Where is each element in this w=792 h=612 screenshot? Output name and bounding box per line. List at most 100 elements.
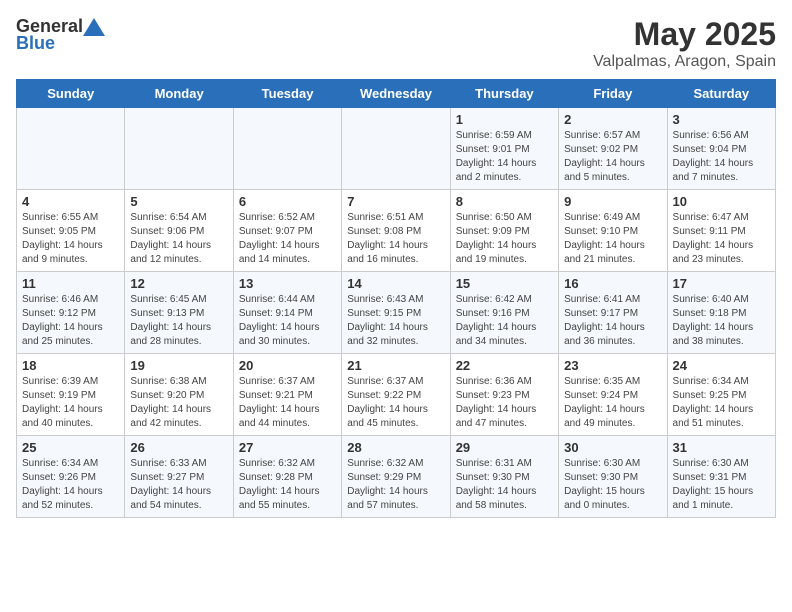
day-info: Sunrise: 6:34 AM Sunset: 9:25 PM Dayligh…	[673, 375, 770, 431]
day-number: 27	[239, 440, 336, 455]
day-number: 28	[347, 440, 444, 455]
day-info: Sunrise: 6:31 AM Sunset: 9:30 PM Dayligh…	[456, 457, 553, 513]
day-number: 24	[673, 358, 770, 373]
day-number: 16	[564, 276, 661, 291]
calendar-cell: 8 Sunrise: 6:50 AM Sunset: 9:09 PM Daylig…	[450, 190, 558, 272]
calendar-cell: 12 Sunrise: 6:45 AM Sunset: 9:13 PM Dayli…	[125, 272, 233, 354]
calendar-cell	[342, 108, 450, 190]
calendar-cell: 3 Sunrise: 6:56 AM Sunset: 9:04 PM Daylig…	[667, 108, 775, 190]
day-info: Sunrise: 6:32 AM Sunset: 9:28 PM Dayligh…	[239, 457, 336, 513]
day-number: 20	[239, 358, 336, 373]
day-number: 2	[564, 112, 661, 127]
calendar-cell: 9Sunrise: 6:49 AM Sunset: 9:10 PM Daylig…	[559, 190, 667, 272]
main-title: May 2025	[593, 16, 776, 53]
day-info: Sunrise: 6:50 AM Sunset: 9:09 PM Dayligh…	[456, 211, 553, 267]
calendar-table: SundayMondayTuesdayWednesdayThursdayFrid…	[16, 79, 776, 518]
calendar-cell: 26Sunrise: 6:33 AM Sunset: 9:27 PM Dayli…	[125, 436, 233, 518]
title-section: May 2025 Valpalmas, Aragon, Spain	[593, 16, 776, 71]
day-number: 3	[673, 112, 770, 127]
logo-text-blue: Blue	[16, 33, 55, 54]
calendar-cell	[125, 108, 233, 190]
day-number: 30	[564, 440, 661, 455]
day-number: 19	[130, 358, 227, 373]
day-number: 14	[347, 276, 444, 291]
day-info: Sunrise: 6:32 AM Sunset: 9:29 PM Dayligh…	[347, 457, 444, 513]
day-info: Sunrise: 6:59 AM Sunset: 9:01 PM Dayligh…	[456, 129, 553, 185]
day-info: Sunrise: 6:47 AM Sunset: 9:11 PM Dayligh…	[673, 211, 770, 267]
calendar-cell: 24 Sunrise: 6:34 AM Sunset: 9:25 PM Dayli…	[667, 354, 775, 436]
calendar-cell: 17 Sunrise: 6:40 AM Sunset: 9:18 PM Dayli…	[667, 272, 775, 354]
day-info: Sunrise: 6:37 AM Sunset: 9:21 PM Dayligh…	[239, 375, 336, 431]
logo-triangle-icon	[83, 18, 105, 36]
calendar-cell: 15 Sunrise: 6:42 AM Sunset: 9:16 PM Dayli…	[450, 272, 558, 354]
calendar-cell: 4 Sunrise: 6:55 AM Sunset: 9:05 PM Daylig…	[17, 190, 125, 272]
day-number: 25	[22, 440, 119, 455]
calendar-cell: 7 Sunrise: 6:51 AM Sunset: 9:08 PM Daylig…	[342, 190, 450, 272]
day-info: Sunrise: 6:42 AM Sunset: 9:16 PM Dayligh…	[456, 293, 553, 349]
day-info: Sunrise: 6:54 AM Sunset: 9:06 PM Dayligh…	[130, 211, 227, 267]
calendar-cell: 11Sunrise: 6:46 AM Sunset: 9:12 PM Dayli…	[17, 272, 125, 354]
day-of-week-header: Saturday	[667, 80, 775, 108]
day-number: 10	[673, 194, 770, 209]
day-info: Sunrise: 6:56 AM Sunset: 9:04 PM Dayligh…	[673, 129, 770, 185]
calendar-cell: 6 Sunrise: 6:52 AM Sunset: 9:07 PM Daylig…	[233, 190, 341, 272]
day-info: Sunrise: 6:30 AM Sunset: 9:31 PM Dayligh…	[673, 457, 770, 513]
day-info: Sunrise: 6:41 AM Sunset: 9:17 PM Dayligh…	[564, 293, 661, 349]
day-number: 8	[456, 194, 553, 209]
calendar-cell: 14 Sunrise: 6:43 AM Sunset: 9:15 PM Dayli…	[342, 272, 450, 354]
day-number: 18	[22, 358, 119, 373]
calendar-cell: 27 Sunrise: 6:32 AM Sunset: 9:28 PM Dayli…	[233, 436, 341, 518]
day-info: Sunrise: 6:45 AM Sunset: 9:13 PM Dayligh…	[130, 293, 227, 349]
day-number: 12	[130, 276, 227, 291]
calendar-cell: 20 Sunrise: 6:37 AM Sunset: 9:21 PM Dayli…	[233, 354, 341, 436]
page-header: General Blue May 2025 Valpalmas, Aragon,…	[16, 16, 776, 71]
day-info: Sunrise: 6:43 AM Sunset: 9:15 PM Dayligh…	[347, 293, 444, 349]
day-of-week-header: Wednesday	[342, 80, 450, 108]
day-number: 5	[130, 194, 227, 209]
day-number: 1	[456, 112, 553, 127]
day-info: Sunrise: 6:34 AM Sunset: 9:26 PM Dayligh…	[22, 457, 119, 513]
day-of-week-header: Tuesday	[233, 80, 341, 108]
subtitle: Valpalmas, Aragon, Spain	[593, 53, 776, 71]
calendar-cell: 2 Sunrise: 6:57 AM Sunset: 9:02 PM Daylig…	[559, 108, 667, 190]
day-number: 9	[564, 194, 661, 209]
day-info: Sunrise: 6:44 AM Sunset: 9:14 PM Dayligh…	[239, 293, 336, 349]
calendar-cell: 25 Sunrise: 6:34 AM Sunset: 9:26 PM Dayli…	[17, 436, 125, 518]
day-info: Sunrise: 6:55 AM Sunset: 9:05 PM Dayligh…	[22, 211, 119, 267]
day-of-week-header: Monday	[125, 80, 233, 108]
day-number: 17	[673, 276, 770, 291]
day-info: Sunrise: 6:35 AM Sunset: 9:24 PM Dayligh…	[564, 375, 661, 431]
calendar-cell	[233, 108, 341, 190]
day-number: 29	[456, 440, 553, 455]
day-info: Sunrise: 6:52 AM Sunset: 9:07 PM Dayligh…	[239, 211, 336, 267]
calendar-cell: 16 Sunrise: 6:41 AM Sunset: 9:17 PM Dayli…	[559, 272, 667, 354]
calendar-cell: 1 Sunrise: 6:59 AM Sunset: 9:01 PM Daylig…	[450, 108, 558, 190]
day-info: Sunrise: 6:30 AM Sunset: 9:30 PM Dayligh…	[564, 457, 661, 513]
day-info: Sunrise: 6:51 AM Sunset: 9:08 PM Dayligh…	[347, 211, 444, 267]
calendar-cell: 23Sunrise: 6:35 AM Sunset: 9:24 PM Dayli…	[559, 354, 667, 436]
day-info: Sunrise: 6:36 AM Sunset: 9:23 PM Dayligh…	[456, 375, 553, 431]
day-number: 6	[239, 194, 336, 209]
calendar-cell: 10 Sunrise: 6:47 AM Sunset: 9:11 PM Dayli…	[667, 190, 775, 272]
calendar-cell: 5 Sunrise: 6:54 AM Sunset: 9:06 PM Daylig…	[125, 190, 233, 272]
calendar-cell: 30 Sunrise: 6:30 AM Sunset: 9:30 PM Dayli…	[559, 436, 667, 518]
day-of-week-header: Sunday	[17, 80, 125, 108]
day-number: 4	[22, 194, 119, 209]
calendar-cell: 29 Sunrise: 6:31 AM Sunset: 9:30 PM Dayli…	[450, 436, 558, 518]
day-info: Sunrise: 6:38 AM Sunset: 9:20 PM Dayligh…	[130, 375, 227, 431]
day-number: 13	[239, 276, 336, 291]
calendar-cell: 19 Sunrise: 6:38 AM Sunset: 9:20 PM Dayli…	[125, 354, 233, 436]
day-info: Sunrise: 6:40 AM Sunset: 9:18 PM Dayligh…	[673, 293, 770, 349]
day-number: 7	[347, 194, 444, 209]
day-number: 31	[673, 440, 770, 455]
day-info: Sunrise: 6:57 AM Sunset: 9:02 PM Dayligh…	[564, 129, 661, 185]
day-info: Sunrise: 6:37 AM Sunset: 9:22 PM Dayligh…	[347, 375, 444, 431]
calendar-cell: 31 Sunrise: 6:30 AM Sunset: 9:31 PM Dayli…	[667, 436, 775, 518]
logo: General Blue	[16, 16, 105, 54]
day-number: 22	[456, 358, 553, 373]
calendar-cell: 28 Sunrise: 6:32 AM Sunset: 9:29 PM Dayli…	[342, 436, 450, 518]
day-of-week-header: Thursday	[450, 80, 558, 108]
day-number: 15	[456, 276, 553, 291]
day-info: Sunrise: 6:33 AM Sunset: 9:27 PM Dayligh…	[130, 457, 227, 513]
day-info: Sunrise: 6:46 AM Sunset: 9:12 PM Dayligh…	[22, 293, 119, 349]
